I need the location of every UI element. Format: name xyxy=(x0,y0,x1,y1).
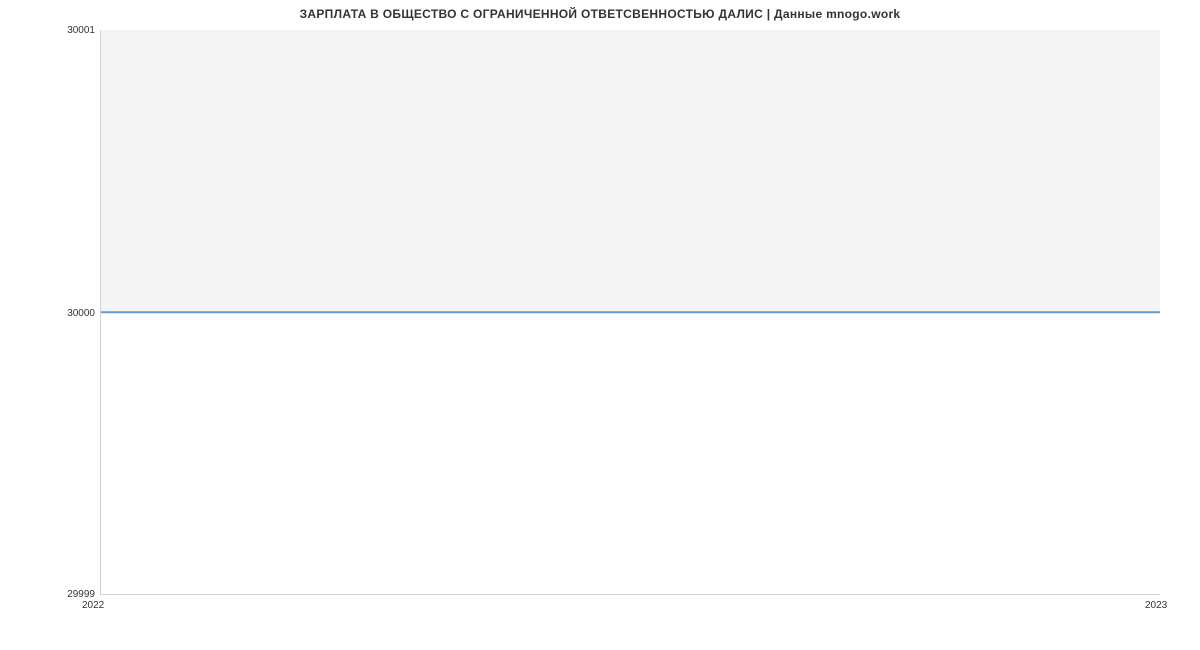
x-axis-tick-label: 2022 xyxy=(82,600,104,611)
x-axis-tick-label: 2023 xyxy=(1145,600,1167,611)
y-axis-tick-label: 30001 xyxy=(67,25,95,36)
chart-container: ЗАРПЛАТА В ОБЩЕСТВО С ОГРАНИЧЕННОЙ ОТВЕТ… xyxy=(0,0,1200,650)
y-axis-tick-label: 30000 xyxy=(67,308,95,319)
data-line xyxy=(101,311,1160,313)
y-axis-tick-label: 29999 xyxy=(67,589,95,600)
plot-area xyxy=(100,30,1160,595)
area-fill xyxy=(101,30,1160,312)
chart-title: ЗАРПЛАТА В ОБЩЕСТВО С ОГРАНИЧЕННОЙ ОТВЕТ… xyxy=(0,7,1200,21)
